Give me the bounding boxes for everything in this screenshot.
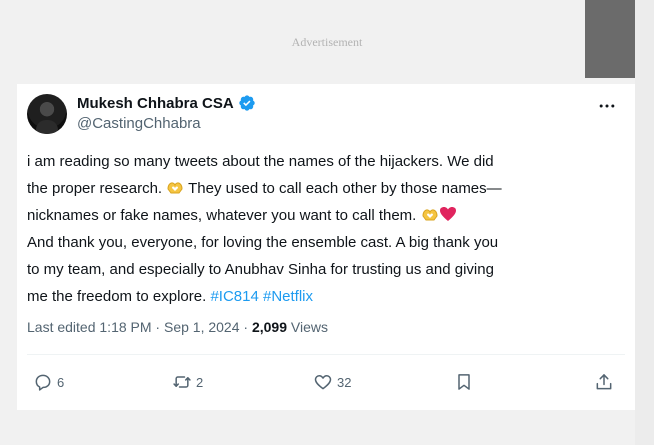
repost-icon bbox=[173, 376, 191, 388]
reply-count: 6 bbox=[57, 374, 65, 390]
heart-hands-emoji bbox=[421, 203, 439, 221]
edited-label[interactable]: Last edited bbox=[27, 319, 99, 335]
hashtag-link[interactable]: #IC814 bbox=[210, 288, 258, 305]
views-count: 2,099 bbox=[251, 319, 287, 335]
hashtag-link[interactable]: #Netflix bbox=[263, 288, 313, 305]
more-horizontal-icon[interactable] bbox=[595, 96, 619, 116]
reply-button[interactable]: 6 bbox=[33, 371, 64, 393]
tweet-meta: Last edited 1:18 PM · Sep 1, 2024 · 2,09… bbox=[27, 319, 328, 335]
share-icon bbox=[596, 374, 612, 390]
red-heart-emoji bbox=[439, 204, 457, 221]
share-button[interactable] bbox=[594, 371, 614, 393]
like-icon bbox=[314, 375, 332, 390]
reply-icon bbox=[35, 374, 51, 391]
tweet-text-segment: nicknames or fake names, whatever you wa… bbox=[27, 207, 421, 224]
tweet-text-line: And thank you, everyone, for loving the … bbox=[27, 234, 499, 251]
tweet-text: i am reading so many tweets about the na… bbox=[27, 148, 627, 310]
tweet-text-segment: me the freedom to explore. bbox=[27, 288, 211, 305]
bookmark-icon bbox=[458, 374, 470, 390]
tweet-card: Mukesh Chhabra CSA @CastingChhabra i am … bbox=[17, 84, 635, 410]
bookmark-button[interactable] bbox=[454, 371, 474, 393]
repost-button[interactable]: 2 bbox=[172, 371, 203, 393]
page-scroll-gutter bbox=[635, 0, 654, 445]
author-name[interactable]: Mukesh Chhabra CSA bbox=[77, 95, 234, 112]
tweet-time[interactable]: 1:18 PM bbox=[99, 319, 151, 335]
meta-separator: · bbox=[239, 319, 252, 335]
advertisement-label: Advertisement bbox=[291, 35, 363, 49]
like-button[interactable]: 32 bbox=[313, 371, 351, 393]
tweet-text-line: nicknames or fake names, whatever you wa… bbox=[27, 202, 627, 229]
tweet-text-line: me the freedom to explore. #IC814 #Netfl… bbox=[27, 283, 627, 310]
author-handle[interactable]: @CastingChhabra bbox=[77, 115, 201, 132]
tweet-text-line: to my team, and especially to Anubhav Si… bbox=[27, 261, 494, 278]
views-label: Views bbox=[287, 319, 328, 335]
meta-separator: · bbox=[151, 319, 164, 335]
tweet-date[interactable]: Sep 1, 2024 bbox=[164, 319, 240, 335]
author-avatar[interactable] bbox=[27, 94, 67, 134]
author-name-row[interactable]: Mukesh Chhabra CSA bbox=[77, 94, 256, 112]
divider bbox=[27, 354, 625, 355]
like-count: 32 bbox=[337, 374, 352, 390]
verified-badge-icon bbox=[238, 94, 256, 112]
tweet-text-line: i am reading so many tweets about the na… bbox=[27, 153, 494, 170]
advertisement-scrollbar-thumb[interactable] bbox=[585, 0, 635, 78]
heart-hands-emoji bbox=[166, 176, 184, 194]
tweet-text-line: the proper research. They used to call e… bbox=[27, 175, 627, 202]
tweet-text-segment: the proper research. bbox=[27, 180, 167, 197]
repost-count: 2 bbox=[196, 374, 204, 390]
tweet-text-segment: They used to call each other by those na… bbox=[184, 180, 502, 197]
